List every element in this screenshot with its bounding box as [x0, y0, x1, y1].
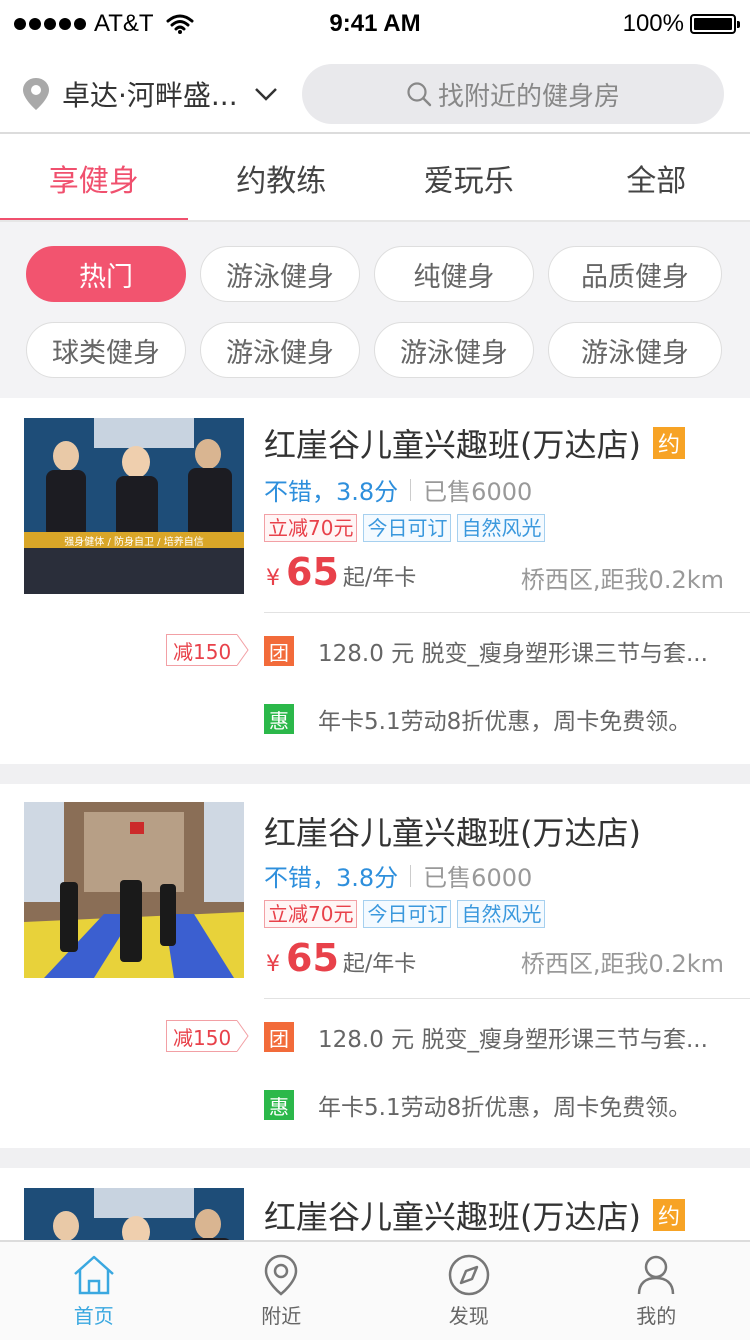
- filter-chip[interactable]: 纯健身: [374, 246, 534, 302]
- price-unit: 起/年卡: [342, 952, 417, 977]
- price-unit: 起/年卡: [342, 566, 417, 591]
- signal-strength-icon: [14, 18, 86, 30]
- venue-image: [24, 802, 244, 978]
- tag-scenery: 自然风光: [457, 900, 546, 928]
- search-bar[interactable]: 找附近的健身房: [302, 64, 724, 124]
- user-icon: [638, 1255, 675, 1294]
- booking-badge: 约: [652, 427, 685, 459]
- image-caption: 强身健体 / 防身自卫 / 培养自信: [64, 537, 204, 548]
- venue-rating: 不错，3.8分: [264, 864, 399, 892]
- nav-discover[interactable]: 发现: [375, 1242, 563, 1340]
- discount-offer-icon: 惠: [264, 704, 294, 734]
- nav-nearby[interactable]: 附近: [188, 1242, 376, 1340]
- filter-chip[interactable]: 球类健身: [26, 322, 186, 378]
- venue-image: [24, 1188, 244, 1240]
- group-buy-icon: 团: [264, 636, 294, 666]
- tag-discount: 立减70元: [264, 900, 358, 928]
- group-buy-icon: 团: [264, 1022, 294, 1052]
- currency-symbol: ¥: [266, 952, 280, 977]
- promo-group-deal[interactable]: 团 128.0 元 脱变_瘦身塑形课三节与套...: [264, 634, 708, 668]
- tag-available-today: 今日可订: [363, 514, 452, 542]
- filter-chip[interactable]: 游泳健身: [200, 322, 360, 378]
- battery-icon: [690, 14, 740, 34]
- tag-scenery: 自然风光: [457, 514, 546, 542]
- home-icon: [73, 1255, 114, 1294]
- venue-title: 红崖谷儿童兴趣班(万达店): [264, 814, 641, 852]
- filter-chip[interactable]: 游泳健身: [548, 322, 722, 378]
- venue-card[interactable]: 红崖谷儿童兴趣班(万达店) 约: [0, 1168, 750, 1240]
- filter-chip[interactable]: 游泳健身: [200, 246, 360, 302]
- promo-offer[interactable]: 惠 年卡5.1劳动8折优惠，周卡免费领。: [264, 1088, 691, 1122]
- discount-label: 减150: [166, 1020, 249, 1052]
- promo-text: 128.0 元 脱变_瘦身塑形课三节与套...: [318, 641, 708, 667]
- discount-label: 减150: [166, 634, 249, 666]
- location-text: 卓达·河畔盛...: [62, 79, 238, 112]
- distance-info: 桥西区,距我0.2km: [520, 950, 724, 978]
- discount-offer-icon: 惠: [264, 1090, 294, 1120]
- tab-fun[interactable]: 爱玩乐: [375, 134, 563, 222]
- distance-info: 桥西区,距我0.2km: [520, 566, 724, 594]
- promo-group-deal[interactable]: 团 128.0 元 脱变_瘦身塑形课三节与套...: [264, 1020, 708, 1054]
- venue-image: 强身健体 / 防身自卫 / 培养自信: [24, 418, 244, 594]
- tag-discount: 立减70元: [264, 514, 358, 542]
- status-bar: AT&T 9:41 AM 100%: [0, 0, 750, 48]
- price: 65: [286, 550, 339, 594]
- category-tabs: 享健身 约教练 爱玩乐 全部: [0, 134, 750, 222]
- compass-icon: [448, 1254, 489, 1295]
- sold-count: 已售6000: [423, 478, 533, 506]
- promo-text: 128.0 元 脱变_瘦身塑形课三节与套...: [318, 1027, 708, 1053]
- top-header: 卓达·河畔盛... 找附近的健身房: [0, 56, 750, 132]
- nav-home[interactable]: 首页: [0, 1242, 188, 1340]
- location-pin-icon: [23, 78, 49, 110]
- tag-available-today: 今日可订: [363, 900, 452, 928]
- nav-profile[interactable]: 我的: [563, 1242, 750, 1340]
- search-placeholder: 找附近的健身房: [437, 81, 620, 112]
- location-selector[interactable]: 卓达·河畔盛...: [22, 74, 292, 114]
- search-icon: [407, 82, 432, 107]
- filter-chip-hot[interactable]: 热门: [26, 246, 186, 302]
- venue-card[interactable]: 强身健体 / 防身自卫 / 培养自信 红崖谷儿童兴趣班(万达店) 约 不错，3.…: [0, 398, 750, 764]
- promo-offer[interactable]: 惠 年卡5.1劳动8折优惠，周卡免费领。: [264, 702, 691, 736]
- sold-count: 已售6000: [423, 864, 533, 892]
- venue-rating: 不错，3.8分: [264, 478, 399, 506]
- promo-text: 年卡5.1劳动8折优惠，周卡免费领。: [318, 1095, 692, 1121]
- venue-title: 红崖谷儿童兴趣班(万达店): [264, 426, 641, 464]
- venue-card[interactable]: 红崖谷儿童兴趣班(万达店) 不错，3.8分 已售6000 立减70元 今日可订 …: [0, 784, 750, 1148]
- tab-fitness[interactable]: 享健身: [0, 134, 188, 222]
- tab-coach[interactable]: 约教练: [188, 134, 376, 222]
- wifi-icon: [166, 14, 194, 34]
- currency-symbol: ¥: [266, 566, 280, 591]
- location-pin-icon: [264, 1254, 298, 1296]
- carrier-name: AT&T: [94, 10, 154, 37]
- price: 65: [286, 936, 339, 980]
- booking-badge: 约: [652, 1199, 685, 1231]
- battery-percent: 100%: [622, 10, 684, 37]
- bottom-nav: 首页 附近 发现 我的: [0, 1240, 750, 1340]
- venue-title: 红崖谷儿童兴趣班(万达店): [264, 1198, 641, 1236]
- filter-panel: 热门 游泳健身 纯健身 品质健身 球类健身 游泳健身 游泳健身 游泳健身: [0, 222, 750, 398]
- chevron-down-icon: [254, 88, 277, 101]
- filter-chip[interactable]: 游泳健身: [374, 322, 534, 378]
- tab-all[interactable]: 全部: [563, 134, 750, 222]
- promo-text: 年卡5.1劳动8折优惠，周卡免费领。: [318, 709, 692, 735]
- filter-chip[interactable]: 品质健身: [548, 246, 722, 302]
